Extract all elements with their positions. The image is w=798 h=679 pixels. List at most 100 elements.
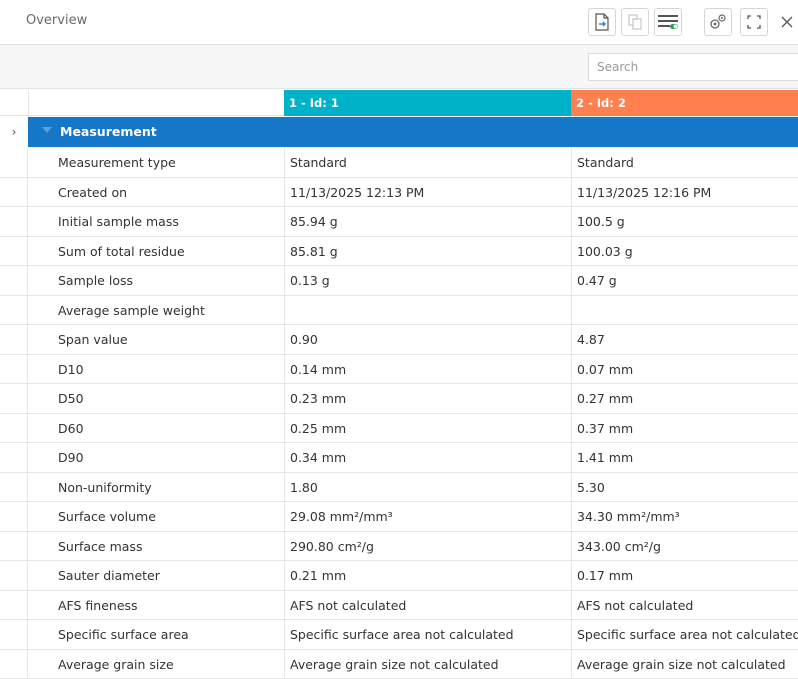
- row-value-1: Specific surface area not calculated: [284, 620, 571, 649]
- row-label: D10: [58, 355, 284, 384]
- row-value-1: 290.80 cm²/g: [284, 532, 571, 561]
- group-expand-toggle[interactable]: ›: [0, 117, 28, 147]
- row-gutter: [0, 207, 28, 236]
- row-label: D50: [58, 384, 284, 413]
- table-row[interactable]: Average grain sizeAverage grain size not…: [0, 650, 798, 679]
- row-label: Non-uniformity: [58, 473, 284, 502]
- row-gutter: [0, 591, 28, 620]
- row-gutter: [0, 148, 28, 177]
- table-row[interactable]: D900.34 mm1.41 mm: [0, 443, 798, 473]
- row-value-1: Standard: [284, 148, 571, 177]
- row-label: Specific surface area: [58, 620, 284, 649]
- row-label: Sauter diameter: [58, 561, 284, 590]
- row-value-1: 0.21 mm: [284, 561, 571, 590]
- header-bar: Overview: [0, 0, 798, 45]
- search-input[interactable]: [588, 53, 798, 81]
- table-row[interactable]: Created on11/13/2025 12:13 PM11/13/2025 …: [0, 178, 798, 208]
- row-value-2: 100.5 g: [571, 207, 798, 236]
- close-button[interactable]: [773, 8, 798, 36]
- group-label: Measurement: [60, 124, 157, 139]
- row-value-2: 4.87: [571, 325, 798, 354]
- row-label: Created on: [58, 178, 284, 207]
- row-value-2: 1.41 mm: [571, 443, 798, 472]
- row-gutter: [0, 325, 28, 354]
- row-value-1: [284, 296, 571, 325]
- row-gutter: [0, 443, 28, 472]
- row-label: D90: [58, 443, 284, 472]
- row-value-1: 1.80: [284, 473, 571, 502]
- row-value-2: 0.27 mm: [571, 384, 798, 413]
- table-row[interactable]: Surface mass290.80 cm²/g343.00 cm²/g: [0, 532, 798, 562]
- row-label: AFS fineness: [58, 591, 284, 620]
- table-row[interactable]: D600.25 mm0.37 mm: [0, 414, 798, 444]
- row-value-1: 0.23 mm: [284, 384, 571, 413]
- table-row[interactable]: Span value0.904.87: [0, 325, 798, 355]
- export-button[interactable]: [588, 8, 616, 36]
- table-row[interactable]: D100.14 mm0.07 mm: [0, 355, 798, 385]
- row-value-1: 0.90: [284, 325, 571, 354]
- table-row[interactable]: Measurement typeStandardStandard: [0, 148, 798, 178]
- table-row[interactable]: Sum of total residue85.81 g100.03 g: [0, 237, 798, 267]
- fullscreen-button[interactable]: [740, 8, 768, 36]
- row-gutter: [0, 266, 28, 295]
- divider: [28, 90, 29, 117]
- table-row[interactable]: Sauter diameter0.21 mm0.17 mm: [0, 561, 798, 591]
- table-row[interactable]: Average sample weight: [0, 296, 798, 326]
- table-row[interactable]: Specific surface areaSpecific surface ar…: [0, 620, 798, 650]
- row-gutter: [0, 561, 28, 590]
- list-settings-button[interactable]: [654, 8, 682, 36]
- row-value-2: AFS not calculated: [571, 591, 798, 620]
- row-label: Sum of total residue: [58, 237, 284, 266]
- row-value-2: 0.17 mm: [571, 561, 798, 590]
- row-value-1: AFS not calculated: [284, 591, 571, 620]
- table-row[interactable]: Non-uniformity1.805.30: [0, 473, 798, 503]
- chevron-down-icon: [42, 127, 52, 133]
- row-label: Measurement type: [58, 148, 284, 177]
- row-value-2: 0.37 mm: [571, 414, 798, 443]
- row-value-1: 85.81 g: [284, 237, 571, 266]
- row-label: Average sample weight: [58, 296, 284, 325]
- property-table: Measurement typeStandardStandardCreated …: [0, 148, 798, 679]
- row-label: Span value: [58, 325, 284, 354]
- table-row[interactable]: AFS finenessAFS not calculatedAFS not ca…: [0, 591, 798, 621]
- row-gutter: [0, 650, 28, 679]
- row-value-2: 100.03 g: [571, 237, 798, 266]
- row-label: D60: [58, 414, 284, 443]
- group-row-measurement[interactable]: Measurement: [28, 117, 798, 147]
- row-value-2: 0.07 mm: [571, 355, 798, 384]
- copy-icon: [627, 13, 643, 31]
- row-value-2: 34.30 mm²/mm³: [571, 502, 798, 531]
- row-gutter: [0, 296, 28, 325]
- row-value-1: 11/13/2025 12:13 PM: [284, 178, 571, 207]
- table-row[interactable]: Sample loss0.13 g0.47 g: [0, 266, 798, 296]
- row-value-2: Specific surface area not calculated: [571, 620, 798, 649]
- row-value-1: 85.94 g: [284, 207, 571, 236]
- row-value-1: 0.34 mm: [284, 443, 571, 472]
- page-title: Overview: [26, 13, 87, 28]
- table-row[interactable]: Initial sample mass85.94 g100.5 g: [0, 207, 798, 237]
- row-gutter: [0, 178, 28, 207]
- gears-button[interactable]: [704, 8, 732, 36]
- row-value-1: Average grain size not calculated: [284, 650, 571, 679]
- row-gutter: [0, 237, 28, 266]
- list-settings-icon: [657, 13, 679, 31]
- row-gutter: [0, 502, 28, 531]
- row-label: Initial sample mass: [58, 207, 284, 236]
- table-row[interactable]: Surface volume29.08 mm²/mm³34.30 mm²/mm³: [0, 502, 798, 532]
- row-value-2: Standard: [571, 148, 798, 177]
- row-gutter: [0, 355, 28, 384]
- column-header-2[interactable]: 2 - Id: 2: [571, 90, 798, 116]
- row-label: Surface mass: [58, 532, 284, 561]
- column-header-1[interactable]: 1 - Id: 1: [284, 90, 571, 116]
- row-value-2: Average grain size not calculated: [571, 650, 798, 679]
- copy-button[interactable]: [621, 8, 649, 36]
- gears-icon: [708, 13, 728, 31]
- close-icon: [781, 16, 793, 28]
- table-row[interactable]: D500.23 mm0.27 mm: [0, 384, 798, 414]
- row-label: Sample loss: [58, 266, 284, 295]
- row-value-2: 5.30: [571, 473, 798, 502]
- row-value-2: 11/13/2025 12:16 PM: [571, 178, 798, 207]
- row-gutter: [0, 384, 28, 413]
- row-value-1: 0.13 g: [284, 266, 571, 295]
- row-value-2: 0.47 g: [571, 266, 798, 295]
